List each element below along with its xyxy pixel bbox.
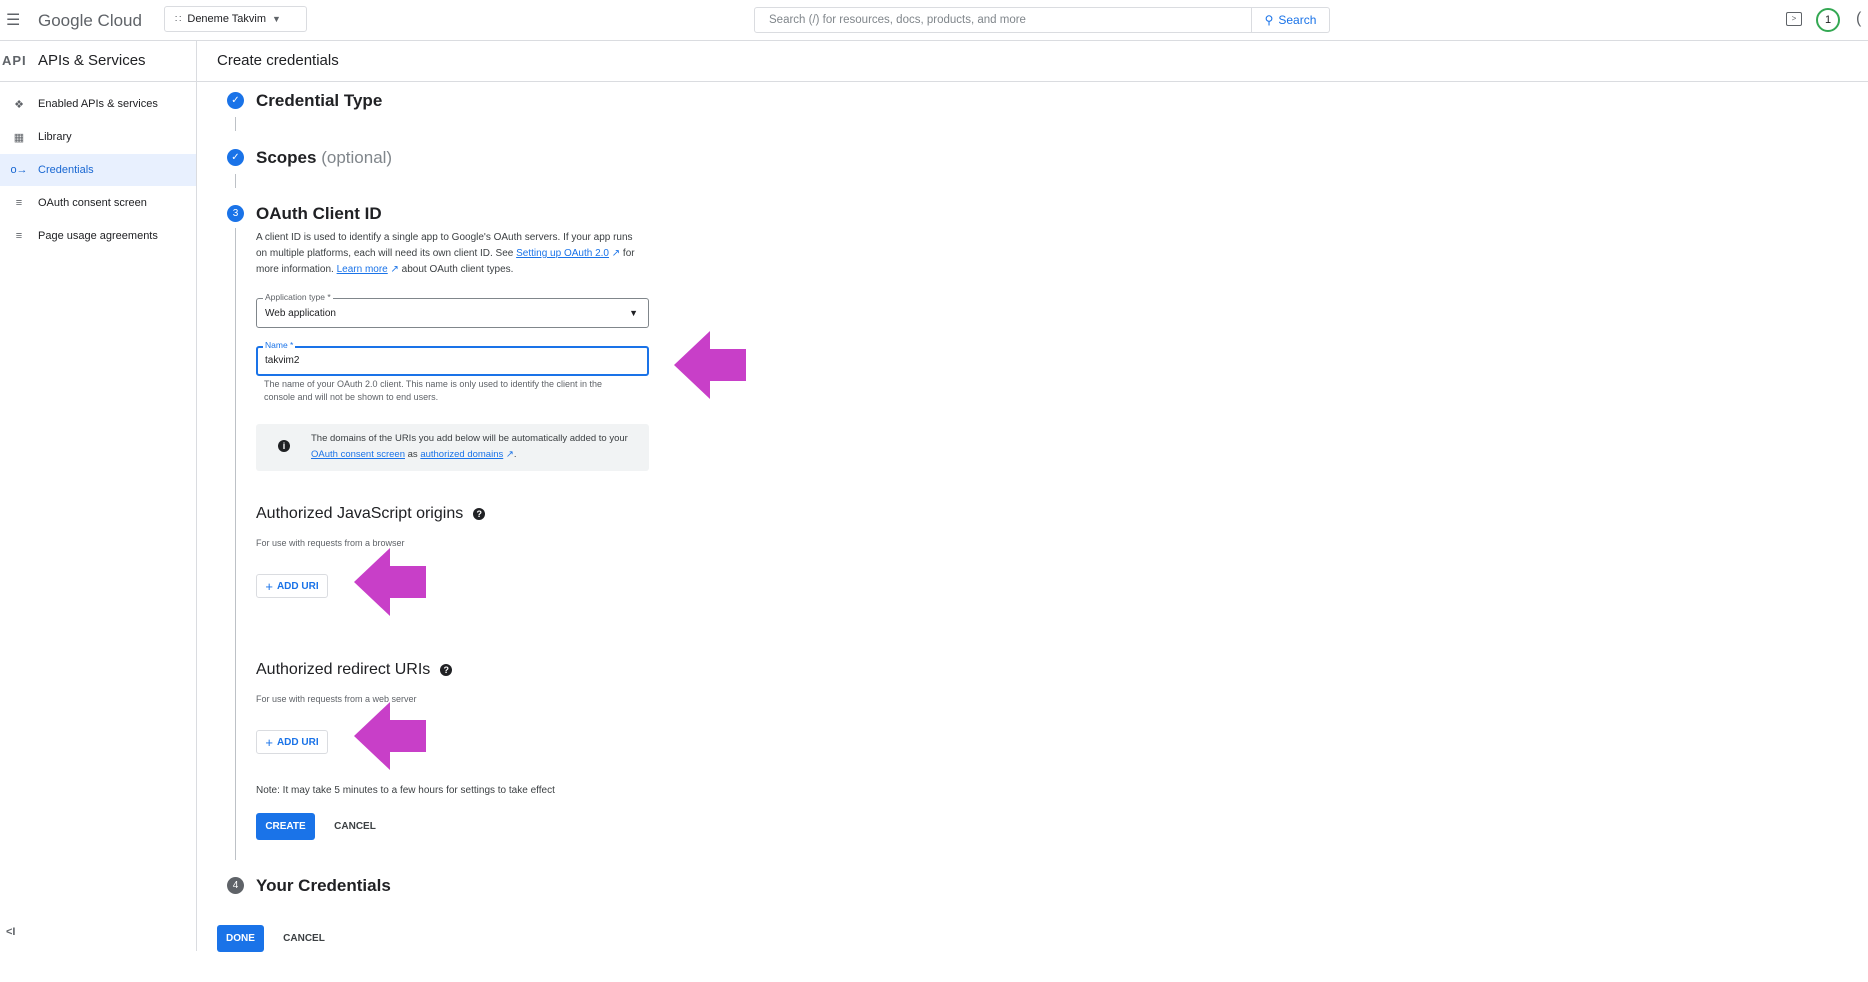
dropdown-arrow-icon: ▼ [629, 308, 638, 318]
section-title: APIs & Services [38, 52, 146, 69]
add-redirect-uri-button[interactable]: + ADD URI [256, 730, 328, 754]
google-cloud-logo[interactable]: Google Cloud [38, 11, 142, 31]
domains-info-text: The domains of the URIs you add below wi… [311, 433, 628, 460]
project-icon: ∷ [175, 13, 182, 25]
top-bar: ☰ Google Cloud ∷ Deneme Takvim ▼ Search … [0, 0, 1868, 41]
authorized-domains-link[interactable]: authorized domains [420, 449, 503, 460]
external-link-icon: ↗ [387, 264, 399, 275]
menu-icon[interactable]: ☰ [6, 10, 20, 30]
sidebar-item-library[interactable]: ▦ Library [0, 121, 196, 153]
project-selector[interactable]: ∷ Deneme Takvim ▼ [164, 6, 307, 32]
oauth-description: A client ID is used to identify a single… [256, 232, 635, 275]
js-origins-heading: Authorized JavaScript origins ? [256, 505, 486, 523]
add-uri-label: ADD URI [276, 736, 319, 748]
page-title: Create credentials [217, 52, 339, 69]
sidebar-item-credentials[interactable]: o→ Credentials [0, 154, 196, 186]
settings-note: Note: It may take 5 minutes to a few hou… [256, 785, 555, 796]
step-scopes-optional: (optional) [321, 148, 393, 167]
domains-info-box: i The domains of the URIs you add below … [256, 424, 649, 471]
help-icon[interactable]: ? [473, 508, 486, 520]
sidebar-item-label: Page usage agreements [38, 230, 158, 242]
search-icon: ⚲ [1264, 13, 1274, 27]
info-icon: i [278, 440, 290, 452]
setting-up-oauth-link[interactable]: Setting up OAuth 2.0 [516, 248, 609, 259]
annotation-arrow-icon [674, 331, 746, 399]
step-connector [235, 117, 236, 131]
key-icon: o→ [10, 164, 28, 176]
oauth-consent-screen-link[interactable]: OAuth consent screen [311, 449, 405, 460]
divider [196, 41, 197, 81]
plus-icon: + [265, 578, 273, 594]
add-js-origin-uri-button[interactable]: + ADD URI [256, 574, 328, 598]
search-button[interactable]: ⚲ Search [1252, 7, 1330, 33]
redirect-uris-heading: Authorized redirect URIs ? [256, 661, 453, 679]
redirect-uris-title: Authorized redirect URIs [256, 661, 431, 678]
annotation-arrow-icon [354, 702, 426, 770]
name-hint: The name of your OAuth 2.0 client. This … [264, 379, 603, 402]
step-scopes: Scopes (optional) [256, 148, 392, 168]
collapse-sidebar-icon[interactable]: <I [6, 926, 15, 938]
sidebar-item-label: Credentials [38, 164, 94, 176]
step-your-credentials: Your Credentials [256, 876, 391, 895]
plus-icon: + [265, 734, 273, 750]
api-icon: API [2, 53, 27, 68]
step-credential-type: Credential Type [256, 91, 383, 110]
js-origins-title: Authorized JavaScript origins [256, 505, 464, 522]
section-header: API APIs & Services Create credentials [0, 41, 1868, 82]
notifications-badge[interactable]: 1 [1816, 8, 1840, 32]
project-name: Deneme Takvim [187, 13, 267, 25]
footer-cancel-button[interactable]: CANCEL [274, 925, 334, 952]
search-button-label: Search [1278, 13, 1317, 27]
check-icon: ✓ [227, 92, 244, 109]
external-link-icon: ↗ [608, 248, 621, 259]
name-label: Name * [263, 340, 296, 350]
sidebar-item-enabled-apis[interactable]: ❖ Enabled APIs & services [0, 88, 196, 120]
search-input[interactable]: Search (/) for resources, docs, products… [754, 7, 1252, 33]
library-icon: ▦ [13, 131, 25, 144]
application-type-label: Application type * [263, 292, 333, 302]
external-link-icon: ↗ [503, 449, 514, 460]
sidebar-item-label: Enabled APIs & services [38, 98, 158, 110]
search-placeholder: Search (/) for resources, docs, products… [769, 14, 1026, 26]
cloud-shell-icon[interactable]: > [1786, 12, 1802, 26]
step-connector [235, 228, 236, 860]
step-number-3: 3 [227, 205, 244, 222]
sidebar-item-page-usage[interactable]: ≡ Page usage agreements [0, 220, 196, 252]
consent-icon: ≡ [15, 197, 23, 209]
add-uri-label: ADD URI [276, 580, 319, 592]
learn-more-link[interactable]: Learn more [337, 264, 388, 275]
step-connector [235, 174, 236, 188]
step-oauth-client-id: OAuth Client ID [256, 204, 382, 223]
create-button[interactable]: CREATE [256, 813, 315, 840]
step-number-4: 4 [227, 877, 244, 894]
annotation-arrow-icon [354, 548, 426, 616]
more-icon[interactable]: ( [1856, 10, 1861, 28]
help-icon[interactable]: ? [440, 664, 453, 676]
cancel-button[interactable]: CANCEL [326, 813, 384, 840]
done-button[interactable]: DONE [217, 925, 264, 952]
sidebar: ❖ Enabled APIs & services ▦ Library o→ C… [0, 81, 197, 951]
step-scopes-title: Scopes [256, 148, 317, 167]
api-icon: ❖ [14, 98, 24, 111]
chevron-down-icon: ▼ [272, 14, 281, 24]
name-field[interactable]: Name * takvim2 [256, 340, 649, 376]
agreements-icon: ≡ [15, 230, 23, 242]
sidebar-item-label: Library [38, 131, 72, 143]
application-type-value: Web application [265, 308, 336, 319]
sidebar-item-oauth-consent[interactable]: ≡ OAuth consent screen [0, 187, 196, 219]
application-type-select[interactable]: Application type * Web application ▼ [256, 292, 649, 328]
check-icon: ✓ [227, 149, 244, 166]
name-value: takvim2 [265, 355, 300, 366]
sidebar-item-label: OAuth consent screen [38, 197, 147, 209]
